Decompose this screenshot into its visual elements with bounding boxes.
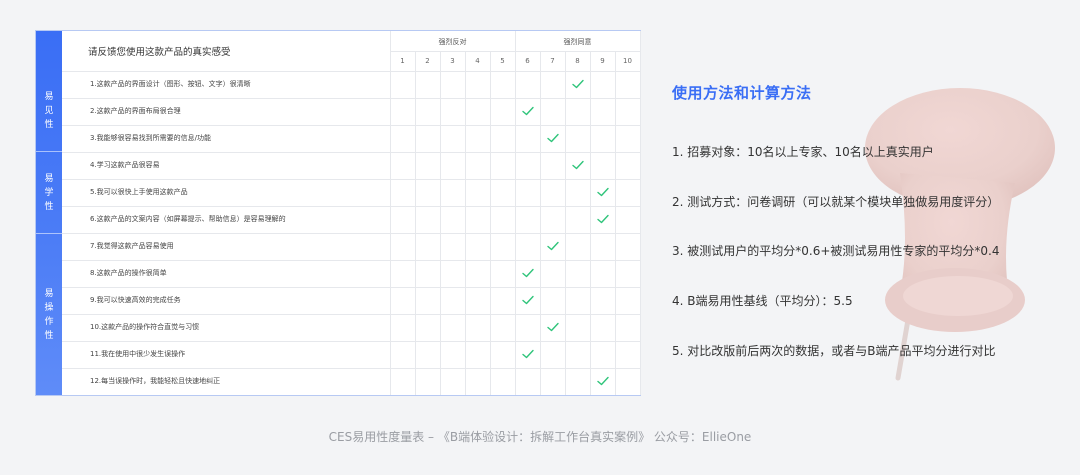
scale-number: 1 <box>400 57 405 65</box>
scale-number: 8 <box>575 57 580 65</box>
grid-line <box>62 71 640 72</box>
table-row: 12.每当误操作时，我能轻松且快速地纠正 <box>90 377 221 386</box>
grid-line <box>490 51 491 396</box>
grid-line <box>62 287 640 289</box>
method-item: 5. 对比改版前后两次的数据，或者与B端产品平均分进行对比 <box>672 344 996 358</box>
table-row: 7.我觉得这款产品容易使用 <box>90 242 174 251</box>
check-icon <box>521 350 534 359</box>
grid-line <box>62 206 640 208</box>
survey-title: 请反馈您使用这款产品的真实感受 <box>88 47 231 58</box>
grid-line <box>62 179 640 181</box>
grid-line <box>62 98 640 100</box>
method-item: 2. 测试方式：问卷调研（可以就某个模块单独做易用度评分） <box>672 195 1000 209</box>
grid-line <box>62 368 640 370</box>
page: 易 见 性 易 学 性 易 操 作 性 请反馈您使用这款产品的真实感受 强烈反对… <box>0 0 1080 475</box>
table-row: 3.我能够很容易找到所需要的信息/功能 <box>90 134 212 143</box>
grid-line <box>62 314 640 316</box>
category-visibility: 易 见 性 <box>44 92 54 130</box>
method-item: 3. 被测试用户的平均分*0.6+被测试易用性专家的平均分*0.4 <box>672 244 1000 258</box>
scale-number: 4 <box>475 57 480 65</box>
group-label-disagree: 强烈反对 <box>438 38 467 46</box>
scale-number: 9 <box>600 57 605 65</box>
table-row: 1.这款产品的界面设计（图形、按钮、文字）很清晰 <box>90 80 251 88</box>
group-label-agree: 强烈同意 <box>563 38 592 46</box>
check-icon <box>546 133 559 143</box>
grid-line <box>540 51 541 396</box>
check-icon <box>521 296 534 305</box>
check-icon <box>596 187 609 197</box>
scale-number: 3 <box>450 57 455 65</box>
grid-line <box>62 152 640 154</box>
caption: CES易用性度量表 – 《B端体验设计：拆解工作台真实案例》 公众号：Ellie… <box>328 430 752 444</box>
grid-line <box>565 51 566 396</box>
category-operability: 易 操 作 性 <box>44 288 54 341</box>
category-learnability: 易 学 性 <box>44 173 54 212</box>
method-item: 4. B端易用性基线（平均分）：5.5 <box>672 294 853 308</box>
scale-number: 6 <box>525 57 530 65</box>
check-icon <box>521 106 534 116</box>
table-row: 11.我在使用中很少发生误操作 <box>90 350 186 359</box>
grid-line <box>62 341 640 343</box>
scale-number: 10 <box>623 57 632 65</box>
scale-number: 7 <box>550 57 555 65</box>
table-row: 4.学习这款产品很容易 <box>90 161 160 170</box>
check-icon <box>571 79 584 89</box>
check-icon <box>521 269 534 278</box>
table-row: 8.这款产品的操作很简单 <box>90 269 167 278</box>
check-icon <box>546 242 559 251</box>
method-title: 使用方法和计算方法 <box>672 84 812 102</box>
grid-line <box>62 260 640 262</box>
table-row: 10.这款产品的操作符合直觉与习惯 <box>90 323 200 332</box>
check-icon <box>596 377 609 386</box>
grid-line <box>615 51 616 396</box>
check-icon <box>571 160 584 170</box>
scale-number: 5 <box>500 57 505 65</box>
grid-line <box>440 51 441 396</box>
grid-line <box>62 125 640 127</box>
table-row: 2.这款产品的界面布局很合理 <box>90 107 181 116</box>
grid-line <box>640 31 641 396</box>
grid-line <box>415 51 416 396</box>
table-row: 9.我可以快速高效的完成任务 <box>90 296 181 305</box>
grid-line <box>590 51 591 396</box>
method-item: 1. 招募对象：10名以上专家、10名以上真实用户 <box>672 145 934 159</box>
grid-line <box>62 233 640 235</box>
ces-survey-table: 易 见 性 易 学 性 易 操 作 性 请反馈您使用这款产品的真实感受 强烈反对… <box>35 30 641 396</box>
check-icon <box>546 323 559 332</box>
check-icon <box>596 214 609 224</box>
table-row: 5.我可以很快上手使用这款产品 <box>90 188 188 197</box>
table-row: 6.这款产品的文案内容（如屏幕提示、帮助信息）是容易理解的 <box>90 215 286 224</box>
scale-number: 2 <box>425 57 430 65</box>
grid-line <box>465 51 466 396</box>
